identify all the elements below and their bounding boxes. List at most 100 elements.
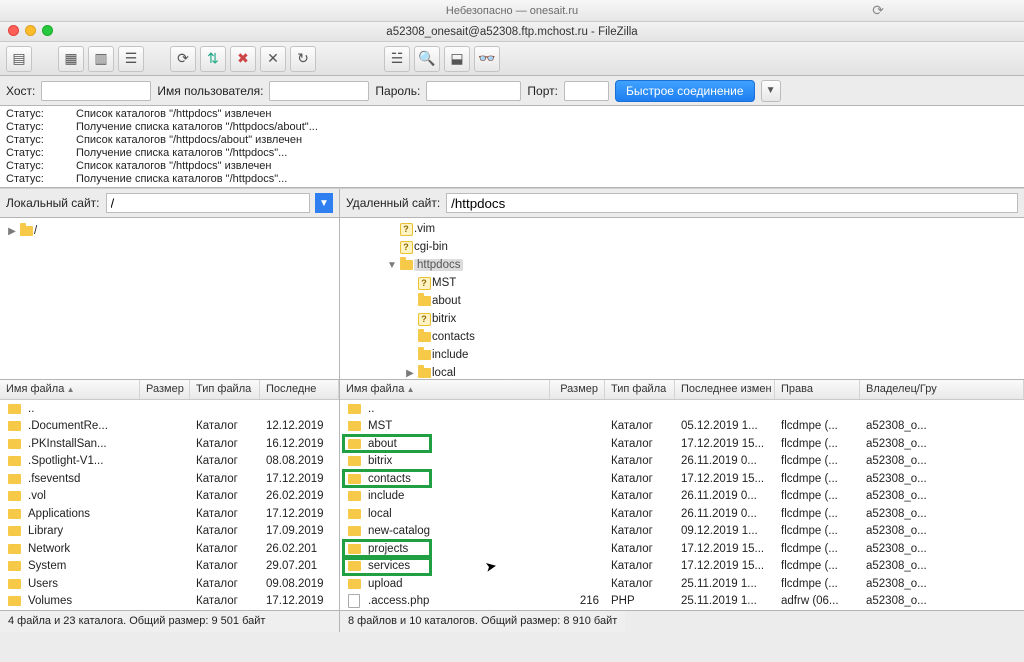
log-msg: Получение списка каталогов "/httpdocs/ab… [76, 121, 318, 134]
list-item[interactable]: MST Каталог 05.12.2019 1... flcdmpe (...… [340, 418, 1024, 436]
folder-icon [348, 491, 361, 501]
list-item[interactable]: .. [0, 400, 339, 418]
folder-icon [348, 404, 361, 414]
filter-button[interactable]: ☱ [384, 46, 410, 72]
zoom-icon[interactable] [42, 25, 53, 36]
tree-node-label[interactable]: cgi-bin [414, 241, 448, 253]
list-item[interactable]: Network Каталог 26.02.201 [0, 540, 339, 558]
folder-icon [348, 579, 361, 589]
list-item[interactable]: .DocumentRe... Каталог 12.12.2019 [0, 418, 339, 436]
tree-node-label[interactable]: local [432, 367, 456, 379]
tree-node-label[interactable]: MST [432, 277, 456, 289]
cancel-button[interactable]: ✖ [230, 46, 256, 72]
port-label: Порт: [527, 84, 558, 98]
folder-icon [8, 544, 21, 554]
compare-button[interactable]: ⬓ [444, 46, 470, 72]
list-item[interactable]: projects Каталог 17.12.2019 15... flcdmp… [340, 540, 1024, 558]
list-item[interactable]: local Каталог 26.11.2019 0... flcdmpe (.… [340, 505, 1024, 523]
quickconnect-dropdown[interactable]: ▼ [761, 80, 781, 102]
remote-path-input[interactable] [446, 193, 1018, 213]
folder-icon [8, 439, 21, 449]
quickconnect-button[interactable]: Быстрое соединение [615, 80, 755, 102]
local-list-header[interactable]: Имя файла Размер Тип файла Последне [0, 380, 339, 400]
list-item[interactable]: System Каталог 29.07.201 [0, 558, 339, 576]
local-path-input[interactable] [106, 193, 311, 213]
list-item[interactable]: about Каталог 17.12.2019 15... flcdmpe (… [340, 435, 1024, 453]
list-item[interactable]: Library Каталог 17.09.2019 [0, 523, 339, 541]
remote-list-header[interactable]: Имя файла Размер Тип файла Последнее изм… [340, 380, 1024, 400]
local-tree[interactable]: ▶ / [0, 218, 340, 379]
port-input[interactable] [564, 81, 609, 101]
tree-node-label[interactable]: contacts [432, 331, 475, 343]
log-key: Статус: [6, 173, 76, 186]
list-item[interactable]: .Spotlight-V1... Каталог 08.08.2019 [0, 453, 339, 471]
toggle-log-button[interactable]: ▦ [58, 46, 84, 72]
list-item[interactable]: .vol Каталог 26.02.2019 [0, 488, 339, 506]
refresh-button[interactable]: ⟳ [170, 46, 196, 72]
host-input[interactable] [41, 81, 151, 101]
reload-icon[interactable]: ⟳ [872, 2, 884, 19]
pass-input[interactable] [426, 81, 521, 101]
folder-icon [400, 260, 413, 270]
folder-icon [348, 509, 361, 519]
log-key: Статус: [6, 108, 76, 121]
toggle-queue-button[interactable]: ☰ [118, 46, 144, 72]
remote-status: 8 файлов и 10 каталогов. Общий размер: 8… [340, 611, 625, 632]
tree-node-label[interactable]: include [432, 349, 468, 361]
folder-icon [8, 456, 21, 466]
list-item[interactable]: new-catalog Каталог 09.12.2019 1... flcd… [340, 523, 1024, 541]
log-msg: Получение списка каталогов "/httpdocs"..… [76, 173, 287, 186]
search-button[interactable]: 🔍 [414, 46, 440, 72]
local-path-dropdown[interactable]: ▼ [315, 193, 333, 213]
expand-icon[interactable]: ▼ [386, 260, 398, 271]
expand-icon[interactable]: ▶ [6, 226, 18, 237]
toolbar: ▤ ▦ ▥ ☰ ⟳ ⇅ ✖ ✕ ↻ ☱ 🔍 ⬓ 👓 [0, 42, 1024, 76]
remote-file-list[interactable]: Имя файла Размер Тип файла Последнее изм… [340, 380, 1024, 610]
local-file-list[interactable]: Имя файла Размер Тип файла Последне .. .… [0, 380, 340, 610]
site-manager-button[interactable]: ▤ [6, 46, 32, 72]
remote-tree[interactable]: ?.vim?cgi-bin▼httpdocs?MSTabout?bitrixco… [340, 218, 1024, 379]
folder-icon [8, 491, 21, 501]
folder-icon [8, 509, 21, 519]
list-item[interactable]: Volumes Каталог 17.12.2019 [0, 593, 339, 611]
list-item[interactable]: services Каталог 17.12.2019 15... flcdmp… [340, 558, 1024, 576]
folder-icon [348, 474, 361, 484]
close-icon[interactable] [8, 25, 19, 36]
tree-node-label[interactable]: about [432, 295, 461, 307]
folder-icon [348, 544, 361, 554]
list-item[interactable]: Users Каталог 09.08.2019 [0, 575, 339, 593]
disconnect-button[interactable]: ✕ [260, 46, 286, 72]
list-item[interactable]: contacts Каталог 17.12.2019 15... flcdmp… [340, 470, 1024, 488]
status-bar: 4 файла и 23 каталога. Общий размер: 9 5… [0, 610, 1024, 632]
folder-icon [348, 526, 361, 536]
list-item[interactable]: .access.php 216 PHP 25.11.2019 1... adfr… [340, 593, 1024, 611]
expand-icon[interactable]: ▶ [404, 368, 416, 379]
remote-site-label: Удаленный сайт: [346, 196, 440, 210]
site-path-bar: Локальный сайт: ▼ Удаленный сайт: [0, 188, 1024, 218]
list-item[interactable]: .PKInstallSan... Каталог 16.12.2019 [0, 435, 339, 453]
tree-node-label[interactable]: bitrix [432, 313, 456, 325]
tree-node-label[interactable]: .vim [414, 223, 435, 235]
list-item[interactable]: bitrix Каталог 26.11.2019 0... flcdmpe (… [340, 453, 1024, 471]
reconnect-button[interactable]: ↻ [290, 46, 316, 72]
folder-icon [348, 439, 361, 449]
list-item[interactable]: include Каталог 26.11.2019 0... flcdmpe … [340, 488, 1024, 506]
list-item[interactable]: .fseventsd Каталог 17.12.2019 [0, 470, 339, 488]
log-key: Статус: [6, 121, 76, 134]
list-item[interactable]: .. [340, 400, 1024, 418]
list-item[interactable]: Applications Каталог 17.12.2019 [0, 505, 339, 523]
folder-icon [8, 561, 21, 571]
message-log[interactable]: Статус:Список каталогов "/httpdocs" извл… [0, 106, 1024, 188]
user-input[interactable] [269, 81, 369, 101]
folder-icon [8, 526, 21, 536]
tree-node-label[interactable]: httpdocs [414, 259, 463, 271]
folder-icon [8, 596, 21, 606]
local-status: 4 файла и 23 каталога. Общий размер: 9 5… [0, 611, 340, 632]
process-queue-button[interactable]: ⇅ [200, 46, 226, 72]
window-controls[interactable] [8, 25, 53, 36]
user-label: Имя пользователя: [157, 84, 263, 98]
toggle-tree-button[interactable]: ▥ [88, 46, 114, 72]
minimize-icon[interactable] [25, 25, 36, 36]
list-item[interactable]: upload Каталог 25.11.2019 1... flcdmpe (… [340, 575, 1024, 593]
sync-browse-button[interactable]: 👓 [474, 46, 500, 72]
